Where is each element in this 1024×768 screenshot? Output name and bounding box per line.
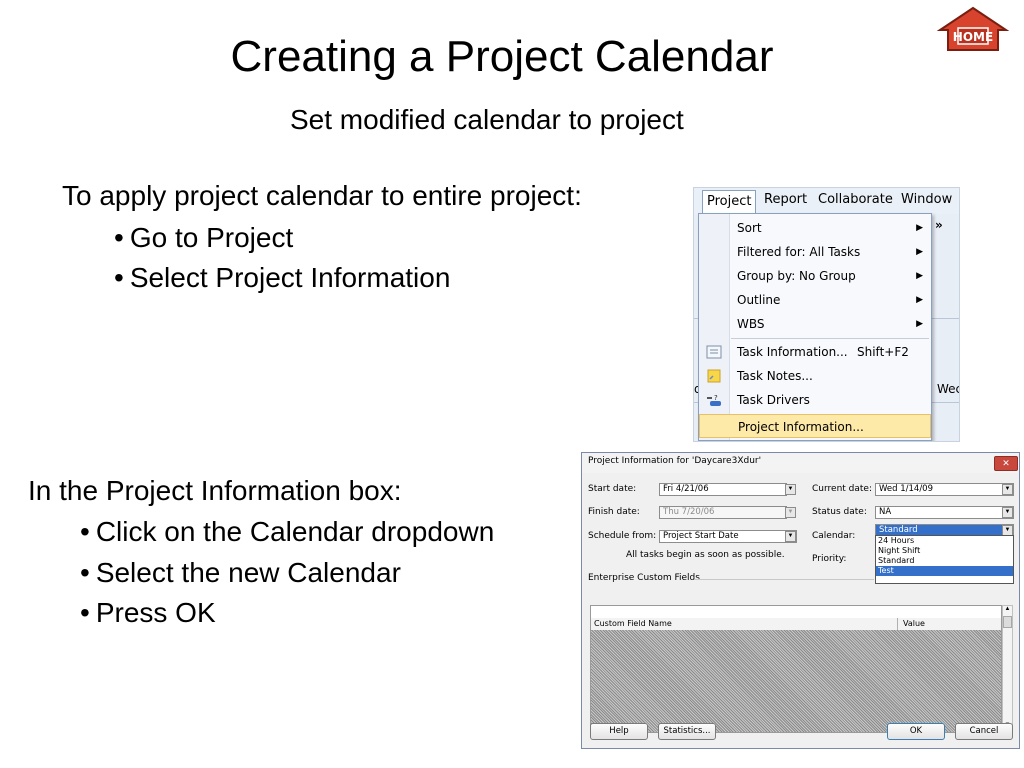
finish-date-field: Thu 7/20/06 xyxy=(659,506,787,519)
menu-item-label: Task Information... xyxy=(737,345,848,359)
side-text-right: Wec xyxy=(937,382,960,396)
calendar-dropdown-list: 24 Hours Night Shift Standard Test xyxy=(875,535,1014,584)
calendar-option-night-shift[interactable]: Night Shift xyxy=(876,546,1013,556)
submenu-arrow-icon: ▶ xyxy=(916,319,923,329)
help-button[interactable]: Help xyxy=(590,723,648,740)
cancel-button[interactable]: Cancel xyxy=(955,723,1013,740)
grid-header-value: Value xyxy=(903,619,925,628)
grid-column-divider xyxy=(897,618,898,630)
menu-item-sort[interactable]: Sort ▶ xyxy=(699,216,931,240)
menu-item-label: Task Drivers xyxy=(737,393,810,407)
project-information-dialog: Project Information for 'Daycare3Xdur' ✕… xyxy=(581,452,1020,749)
task-notes-icon xyxy=(707,369,721,383)
grid-empty-area xyxy=(591,630,1001,732)
current-date-dropdown-button[interactable]: ▼ xyxy=(1002,484,1013,495)
menu-item-filtered-for[interactable]: Filtered for: All Tasks ▶ xyxy=(699,240,931,264)
section2-bullet-1: Click on the Calendar dropdown xyxy=(80,516,494,548)
menu-item-label: WBS xyxy=(737,317,765,331)
section1-bullet-2: Select Project Information xyxy=(114,262,451,294)
calendar-label: Calendar: xyxy=(812,531,856,541)
group-divider xyxy=(694,579,874,580)
finish-date-label: Finish date: xyxy=(588,507,640,517)
section2-bullet-3: Press OK xyxy=(80,597,216,629)
menu-item-project-information[interactable]: Project Information... xyxy=(699,414,931,438)
toolbar-overflow-icon[interactable]: » xyxy=(935,218,943,232)
status-date-field[interactable]: NA xyxy=(875,506,1014,519)
submenu-arrow-icon: ▶ xyxy=(916,247,923,257)
dialog-body: Start date: Fri 4/21/06 ▼ Finish date: T… xyxy=(582,473,1019,748)
section2-bullet-2: Select the new Calendar xyxy=(80,557,401,589)
menu-separator xyxy=(731,338,929,339)
scrollbar-thumb[interactable] xyxy=(1003,616,1012,628)
project-menu-screenshot: d Wec » Project Report Collaborate Windo… xyxy=(693,187,960,442)
menu-item-group-by[interactable]: Group by: No Group ▶ xyxy=(699,264,931,288)
menu-item-task-drivers[interactable]: ? Task Drivers xyxy=(699,388,931,412)
current-date-label: Current date: xyxy=(812,484,872,494)
dialog-titlebar: Project Information for 'Daycare3Xdur' ✕ xyxy=(582,453,1019,474)
menu-item-wbs[interactable]: WBS ▶ xyxy=(699,312,931,336)
task-information-icon xyxy=(706,345,722,359)
section2-heading: In the Project Information box: xyxy=(28,475,402,506)
submenu-arrow-icon: ▶ xyxy=(916,271,923,281)
task-drivers-icon: ? xyxy=(707,394,721,406)
menu-item-label: Task Notes... xyxy=(737,369,813,383)
schedule-from-select[interactable]: Project Start Date xyxy=(659,530,797,543)
menu-window[interactable]: Window xyxy=(901,192,952,207)
menu-item-task-information[interactable]: Task Information... Shift+F2 xyxy=(699,340,931,364)
menu-item-shortcut: Shift+F2 xyxy=(857,345,909,359)
home-icon-label: HOME xyxy=(953,30,993,44)
start-date-label: Start date: xyxy=(588,484,637,494)
current-date-field[interactable]: Wed 1/14/09 xyxy=(875,483,1014,496)
section1-heading: To apply project calendar to entire proj… xyxy=(62,180,582,211)
project-dropdown-menu: Sort ▶ Filtered for: All Tasks ▶ Group b… xyxy=(698,213,932,441)
home-icon[interactable]: HOME xyxy=(936,6,1010,52)
svg-text:?: ? xyxy=(714,394,718,402)
status-date-label: Status date: xyxy=(812,507,867,517)
grid-scrollbar[interactable]: ▲ ▼ xyxy=(1002,605,1013,733)
section1-bullet-1: Go to Project xyxy=(114,222,293,254)
menu-item-label: Project Information... xyxy=(738,420,864,434)
scroll-up-icon[interactable]: ▲ xyxy=(1003,606,1012,616)
close-button[interactable]: ✕ xyxy=(994,456,1018,471)
schedule-from-label: Schedule from: xyxy=(588,531,657,541)
calendar-option-standard[interactable]: Standard xyxy=(876,556,1013,566)
schedule-from-dropdown-button[interactable]: ▼ xyxy=(785,531,796,542)
ok-button[interactable]: OK xyxy=(887,723,945,740)
slide-subtitle: Set modified calendar to project xyxy=(290,104,684,135)
calendar-option-24-hours[interactable]: 24 Hours xyxy=(876,536,1013,546)
status-date-dropdown-button[interactable]: ▼ xyxy=(1002,507,1013,518)
finish-date-dropdown-button: ▼ xyxy=(785,507,796,518)
menu-item-label: Sort xyxy=(737,221,762,235)
schedule-note: All tasks begin as soon as possible. xyxy=(626,550,785,560)
slide-title: Creating a Project Calendar xyxy=(230,32,774,81)
menu-bar: Project Report Collaborate Window xyxy=(694,188,959,215)
custom-fields-grid[interactable]: Custom Field Name Value xyxy=(590,605,1002,733)
menu-item-outline[interactable]: Outline ▶ xyxy=(699,288,931,312)
calendar-option-test[interactable]: Test xyxy=(876,566,1013,576)
priority-label: Priority: xyxy=(812,554,847,564)
submenu-arrow-icon: ▶ xyxy=(916,295,923,305)
menu-item-label: Outline xyxy=(737,293,781,307)
menu-collaborate[interactable]: Collaborate xyxy=(818,192,893,207)
enterprise-custom-fields-label: Enterprise Custom Fields xyxy=(588,573,700,583)
dialog-title: Project Information for 'Daycare3Xdur' xyxy=(588,456,762,466)
grid-header-custom-field-name: Custom Field Name xyxy=(594,619,672,628)
statistics-button[interactable]: Statistics... xyxy=(658,723,716,740)
menu-item-label: Filtered for: All Tasks xyxy=(737,245,861,259)
menu-report[interactable]: Report xyxy=(764,192,807,207)
submenu-arrow-icon: ▶ xyxy=(916,223,923,233)
menu-item-label: Group by: No Group xyxy=(737,269,856,283)
start-date-dropdown-button[interactable]: ▼ xyxy=(785,484,796,495)
menu-project[interactable]: Project xyxy=(702,190,757,215)
start-date-field[interactable]: Fri 4/21/06 xyxy=(659,483,787,496)
menu-item-task-notes[interactable]: Task Notes... xyxy=(699,364,931,388)
